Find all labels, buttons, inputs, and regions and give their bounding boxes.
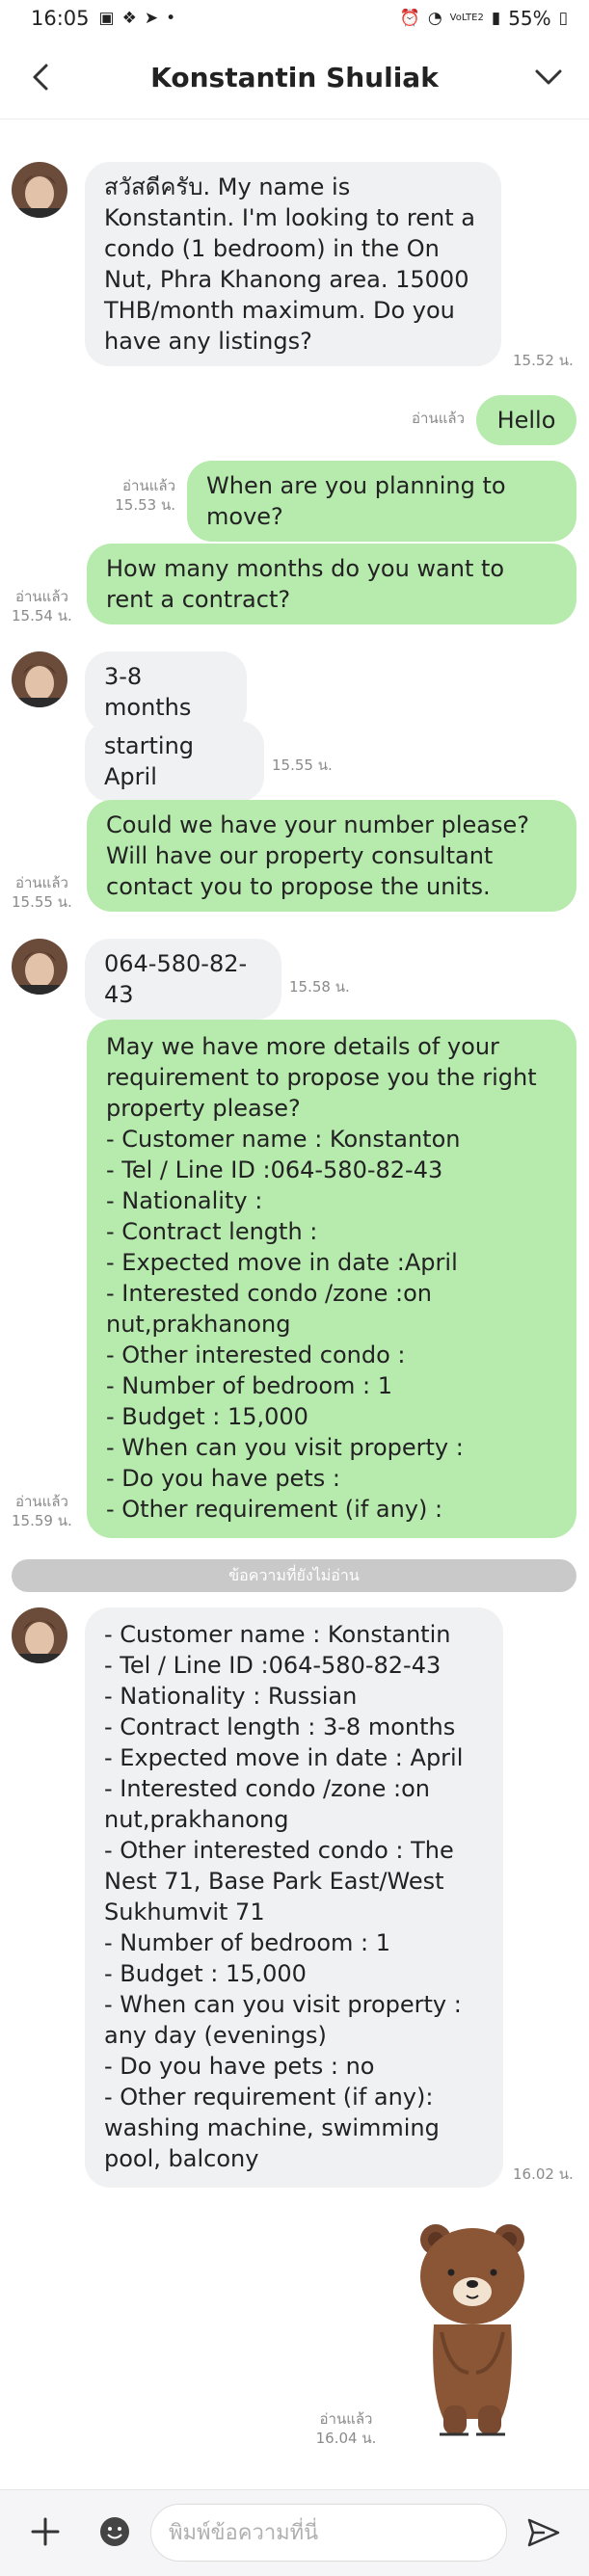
status-time: 16:05: [31, 7, 90, 30]
message-time: 15.54 น.: [12, 607, 72, 624]
message-bubble-incoming[interactable]: - Customer name : Konstantin - Tel / Lin…: [85, 1607, 503, 2188]
message-bubble-incoming[interactable]: สวัสดีครับ. My name is Konstantin. I'm l…: [85, 162, 501, 366]
chevron-down-icon[interactable]: [529, 58, 568, 96]
message-bubble-incoming[interactable]: starting April: [85, 721, 264, 802]
read-receipt: อ่านแล้ว: [319, 2410, 373, 2428]
message-time: 15.55 น.: [272, 757, 333, 774]
message-bubble-outgoing[interactable]: Could we have your number please? Will h…: [87, 800, 576, 912]
more-notifications-dot-icon: •: [166, 8, 176, 28]
chat-header: Konstantin Shuliak: [0, 37, 589, 120]
message-input[interactable]: [150, 2504, 507, 2562]
message-time: 15.52 น.: [513, 352, 574, 369]
avatar-photo: [12, 939, 67, 995]
unread-divider: ข้อความที่ยังไม่อ่าน: [12, 1559, 576, 1592]
contact-avatar[interactable]: [12, 651, 67, 707]
read-receipt: อ่านแล้ว: [412, 410, 465, 427]
message-bubble-outgoing[interactable]: How many months do you want to rent a co…: [87, 544, 576, 624]
signal-icon: ▮: [491, 8, 501, 28]
chat-title: Konstantin Shuliak: [150, 62, 439, 93]
battery-icon: ▯: [558, 8, 568, 28]
message-time: 15.55 น.: [12, 893, 72, 911]
network-label: VoLTE2: [449, 13, 484, 23]
message-input-bar: [0, 2489, 589, 2576]
read-receipt: อ่านแล้ว: [15, 588, 68, 605]
avatar-photo: [12, 162, 67, 218]
gallery-notification-icon: ▣: [98, 8, 115, 28]
message-time: 15.59 น.: [12, 1512, 72, 1529]
emoji-icon[interactable]: [98, 2515, 131, 2548]
battery-level: 55%: [508, 7, 551, 30]
message-bubble-outgoing[interactable]: Hello: [476, 395, 576, 445]
message-bubble-outgoing[interactable]: When are you planning to move?: [187, 461, 576, 542]
wifi-icon: ◔: [427, 8, 442, 28]
telegram-notification-icon: ➤: [144, 8, 159, 28]
message-bubble-incoming[interactable]: 064-580-82-43: [85, 939, 281, 1020]
message-bubble-outgoing[interactable]: May we have more details of your require…: [87, 1020, 576, 1538]
contact-avatar[interactable]: [12, 162, 67, 218]
avatar-photo: [12, 1607, 67, 1663]
contact-avatar[interactable]: [12, 939, 67, 995]
message-time: 16.04 น.: [315, 2430, 377, 2447]
read-receipt: อ่านแล้ว: [122, 477, 175, 494]
avatar-photo: [12, 651, 67, 707]
message-time: 16.02 น.: [513, 2165, 574, 2183]
plus-icon[interactable]: [27, 2513, 64, 2550]
send-icon[interactable]: [525, 2514, 562, 2551]
message-time: 15.58 น.: [289, 978, 350, 996]
message-list[interactable]: สวัสดีครับ. My name is Konstantin. I'm l…: [0, 120, 589, 2490]
message-time: 15.53 น.: [115, 496, 175, 514]
app-notification-icon: ❖: [121, 8, 137, 28]
alarm-icon: ⏰: [399, 8, 420, 28]
read-receipt: อ่านแล้ว: [15, 1493, 68, 1510]
back-arrow-icon[interactable]: [23, 58, 62, 96]
read-receipt: อ่านแล้ว: [15, 874, 68, 891]
brown-bear-sticker[interactable]: [411, 2217, 534, 2440]
contact-avatar[interactable]: [12, 1607, 67, 1663]
status-bar: 16:05 ▣ ❖ ➤ • ⏰ ◔ VoLTE2 ▮ 55% ▯: [0, 0, 589, 37]
